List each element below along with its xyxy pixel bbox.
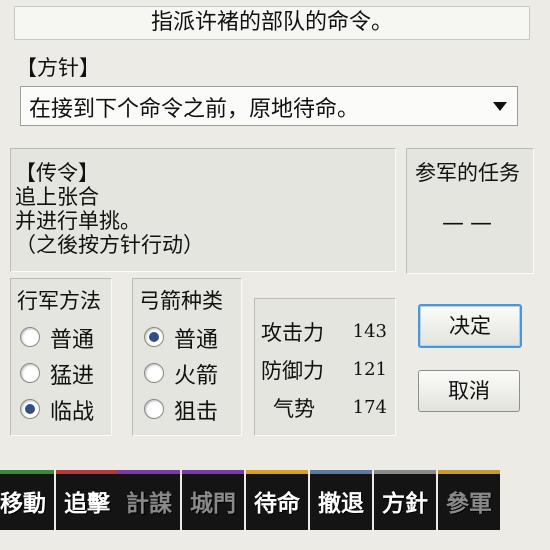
- march-option-advance[interactable]: 猛进: [20, 358, 112, 389]
- stat-attack: 攻击力 143: [261, 321, 387, 345]
- radio-selected-icon[interactable]: [20, 399, 40, 419]
- command-move-button[interactable]: 移動: [0, 470, 54, 530]
- arrow-type-label: 弓箭种类: [139, 289, 223, 313]
- order-label: 【传令】: [15, 161, 99, 185]
- order-line: （之後按方针行动）: [15, 233, 204, 257]
- chevron-down-icon[interactable]: [493, 102, 507, 111]
- radio-icon[interactable]: [20, 363, 40, 383]
- confirm-button[interactable]: 决定: [418, 304, 522, 348]
- march-option-normal[interactable]: 普通: [20, 322, 112, 353]
- command-bar: 移動 追擊 計謀 城門 待命 撤退 方針 參軍: [0, 470, 550, 532]
- command-gate-button[interactable]: 城門: [182, 470, 244, 530]
- policy-dropdown[interactable]: 在接到下个命令之前，原地待命。: [20, 86, 518, 126]
- radio-selected-icon[interactable]: [144, 327, 164, 347]
- policy-selected-value: 在接到下个命令之前，原地待命。: [29, 97, 360, 122]
- radio-icon[interactable]: [20, 327, 40, 347]
- staff-value: ——: [442, 211, 498, 236]
- order-line: 并进行单挑。: [15, 209, 141, 233]
- stats-panel: 攻击力 143 防御力 121 气势 174: [254, 298, 396, 436]
- dialog-title: 指派许褚的部队的命令。: [14, 6, 530, 40]
- march-method-label: 行军方法: [17, 289, 101, 313]
- order-line: 追上张合: [15, 185, 99, 209]
- command-standby-button[interactable]: 待命: [246, 470, 308, 530]
- command-pursue-button[interactable]: 追擊: [56, 470, 118, 530]
- arrow-option-normal[interactable]: 普通: [144, 322, 236, 353]
- radio-icon[interactable]: [144, 399, 164, 419]
- cancel-button[interactable]: 取消: [418, 370, 520, 412]
- order-panel: 【传令】 追上张合 并进行单挑。 （之後按方针行动）: [10, 148, 396, 272]
- march-option-battle[interactable]: 临战: [20, 394, 112, 425]
- arrow-option-fire[interactable]: 火箭: [144, 358, 236, 389]
- staff-label: 参军的任务: [415, 161, 520, 185]
- command-policy-button[interactable]: 方針: [374, 470, 436, 530]
- command-retreat-button[interactable]: 撤退: [310, 470, 372, 530]
- policy-label: 【方针】: [16, 56, 100, 80]
- arrow-option-snipe[interactable]: 狙击: [144, 394, 236, 425]
- command-scheme-button[interactable]: 計謀: [118, 470, 180, 530]
- radio-icon[interactable]: [144, 363, 164, 383]
- order-text: 追上张合 并进行单挑。 （之後按方针行动）: [15, 185, 204, 257]
- staff-panel: 参军的任务 ——: [406, 148, 534, 274]
- stat-morale: 气势 174: [273, 397, 387, 421]
- command-staff-button[interactable]: 參軍: [438, 470, 500, 530]
- stat-defense: 防御力 121: [261, 359, 387, 383]
